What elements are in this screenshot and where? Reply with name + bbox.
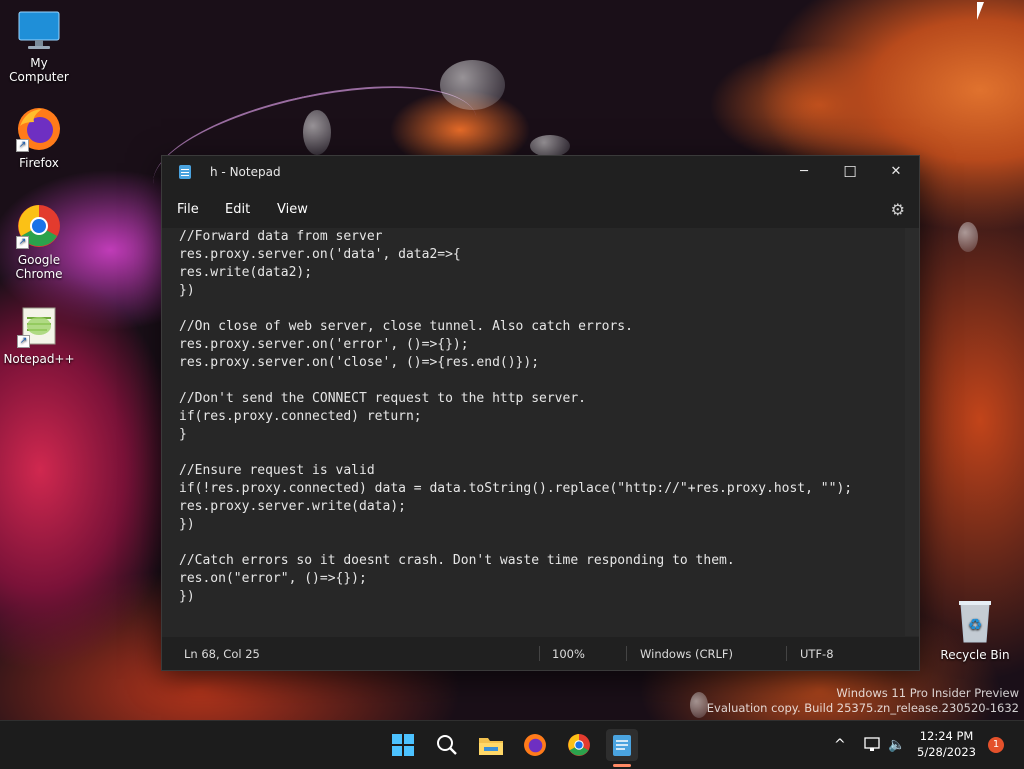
wallpaper-droplet [440,60,505,110]
editor-line: //Don't send the CONNECT request to the … [179,391,586,406]
search-icon[interactable] [431,729,463,761]
editor-line: res.proxy.server.write(data); [179,499,406,514]
network-icon[interactable] [864,721,882,769]
menu-edit[interactable]: Edit [225,202,250,217]
wallpaper-droplet [690,692,708,718]
editor-line: if(res.proxy.connected) return; [179,409,422,424]
editor-line: res.on("error", ()=>{}); [179,571,367,586]
watermark-edition: Windows 11 Pro Insider Preview [836,686,1019,700]
monitor-icon [17,10,61,52]
notepad-window[interactable]: h - Notepad ─ ☐ ✕ File Edit View ⚙ //For… [161,155,920,671]
title-bar[interactable]: h - Notepad ─ ☐ ✕ [162,156,919,188]
menu-view[interactable]: View [277,202,308,217]
status-divider [626,646,627,661]
desktop-icon-my-computer[interactable]: My Computer [1,10,77,84]
editor-line: }) [179,589,195,604]
notepadpp-icon: ↗ [17,304,61,348]
chrome-icon[interactable] [563,729,595,761]
desktop-icon-label: Firefox [19,156,59,170]
window-title: h - Notepad [210,165,281,179]
zoom-level: 100% [552,647,585,661]
desktop-icon-google-chrome[interactable]: ↗ Google Chrome [1,203,77,281]
editor-line: //Forward data from server [179,229,383,244]
desktop-icon-firefox[interactable]: ↗ Firefox [1,106,77,170]
svg-text:♻: ♻ [968,615,982,634]
editor-line: if(!res.proxy.connected) data = data.toS… [179,481,853,496]
windows-start-icon[interactable] [387,729,419,761]
recycle-bin-icon: ♻ [955,598,995,644]
shortcut-arrow-icon: ↗ [16,139,29,152]
show-hidden-icons-chevron-icon[interactable]: ^ [834,721,846,769]
taskbar: ^ 🔈 12:24 PM 5/28/2023 1 [0,720,1024,769]
wallpaper-droplet [530,135,570,157]
editor-line: //On close of web server, close tunnel. … [179,319,633,334]
gear-icon[interactable]: ⚙ [891,200,905,219]
close-button[interactable]: ✕ [873,156,919,188]
desktop-icon-label: Google Chrome [15,253,63,281]
editor-line: } [179,427,187,442]
vertical-scrollbar[interactable] [905,228,919,636]
editor-line: res.proxy.server.on('data', data2=>{ [179,247,461,262]
editor-line: //Ensure request is valid [179,463,375,478]
minimize-button[interactable]: ─ [781,156,827,188]
wallpaper-droplet [958,222,978,252]
firefox-icon: ↗ [16,106,62,152]
notepad-icon[interactable] [606,729,638,761]
line-ending: Windows (CRLF) [640,647,734,661]
volume-icon[interactable]: 🔈 [888,721,905,769]
watermark-build: Evaluation copy. Build 25375.zn_release.… [706,701,1019,715]
maximize-button[interactable]: ☐ [827,156,873,188]
clock-time: 12:24 PM [919,729,974,743]
cursor-position: Ln 68, Col 25 [184,647,260,661]
shortcut-arrow-icon: ↗ [16,236,29,249]
text-editor[interactable]: //Forward data from server res.proxy.serv… [162,228,904,636]
wallpaper-droplet [303,110,331,155]
mouse-cursor-icon [977,2,984,20]
file-explorer-icon[interactable] [475,729,507,761]
status-divider [786,646,787,661]
desktop-icon-label: Recycle Bin [940,648,1010,662]
notepad-app-icon [179,165,191,179]
desktop-icon-label: Notepad++ [3,352,75,366]
active-app-indicator [613,764,631,767]
desktop-icon-label: My Computer [9,56,69,84]
notification-badge[interactable]: 1 [988,737,1004,753]
clock-date: 5/28/2023 [917,745,976,759]
editor-line: res.proxy.server.on('close', ()=>{res.en… [179,355,540,370]
editor-line: res.write(data2); [179,265,313,280]
chrome-icon: ↗ [16,203,62,249]
menu-bar: File Edit View ⚙ [162,188,919,228]
desktop-icon-notepadpp[interactable]: ↗ Notepad++ [1,304,77,366]
menu-file[interactable]: File [177,202,199,217]
desktop-icon-recycle-bin[interactable]: ♻ Recycle Bin [937,598,1013,662]
system-clock[interactable]: 12:24 PM 5/28/2023 [917,728,976,760]
firefox-icon[interactable] [519,729,551,761]
shortcut-arrow-icon: ↗ [17,335,30,348]
editor-line: //Catch errors so it doesnt crash. Don't… [179,553,735,568]
editor-line: res.proxy.server.on('error', ()=>{}); [179,337,469,352]
status-bar: Ln 68, Col 25 100% Windows (CRLF) UTF-8 [162,637,919,670]
encoding: UTF-8 [800,647,834,661]
status-divider [539,646,540,661]
editor-line: }) [179,517,195,532]
editor-line: }) [179,283,195,298]
